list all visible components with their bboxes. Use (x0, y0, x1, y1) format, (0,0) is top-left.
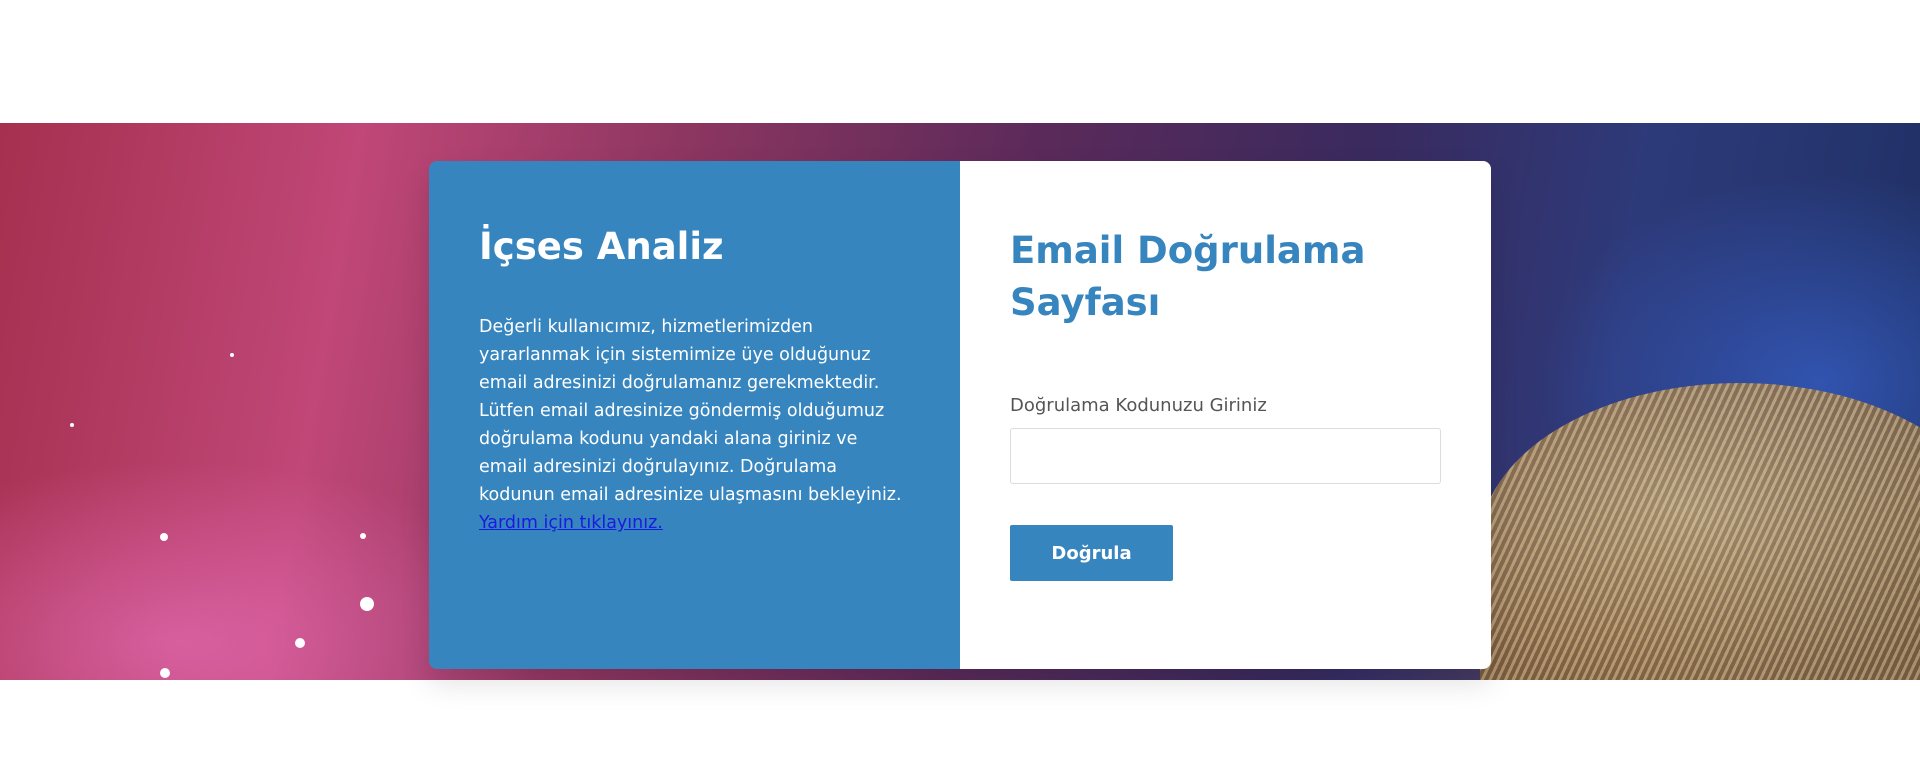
sparkle (230, 353, 234, 357)
page-title-line2: Sayfası (1010, 281, 1161, 324)
code-label: Doğrulama Kodunuzu Giriniz (1010, 395, 1267, 416)
brand-title: İçses Analiz (479, 225, 724, 268)
page-title: Email Doğrulama Sayfası (1010, 225, 1441, 329)
sparkle (70, 423, 74, 427)
verify-button[interactable]: Doğrula (1010, 525, 1173, 581)
code-input[interactable] (1010, 428, 1441, 484)
form-panel: Email Doğrulama Sayfası Doğrulama Kodunuz… (960, 161, 1491, 669)
sparkle (295, 638, 305, 648)
info-panel: İçses Analiz Değerli kullanıcımız, hizme… (429, 161, 960, 669)
sparkle (160, 533, 168, 541)
sparkle (360, 597, 374, 611)
hair-image (1480, 383, 1920, 680)
help-link[interactable]: Yardım için tıklayınız. (479, 513, 663, 533)
sparkle (360, 533, 366, 539)
info-text-body: Değerli kullanıcımız, hizmetlerimizden y… (479, 317, 902, 506)
info-text: Değerli kullanıcımız, hizmetlerimizden y… (479, 313, 910, 537)
page-title-line1: Email Doğrulama (1010, 229, 1366, 272)
sparkle (160, 668, 170, 678)
verification-card: İçses Analiz Değerli kullanıcımız, hizme… (429, 161, 1491, 669)
